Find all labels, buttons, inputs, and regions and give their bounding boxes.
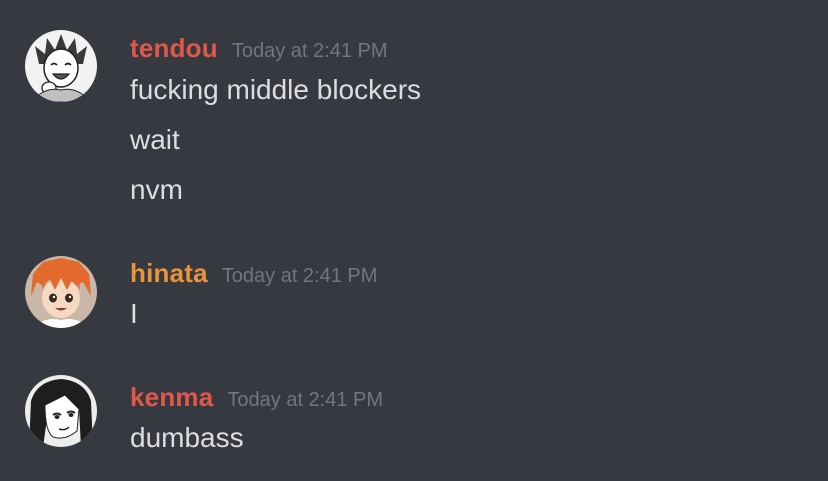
message-text: I [130, 298, 138, 329]
message-text: dumbass [130, 422, 244, 453]
message-header: kenma Today at 2:41 PM [130, 382, 383, 413]
kenma-avatar-icon[interactable] [25, 375, 97, 447]
username[interactable]: hinata [130, 258, 208, 288]
chat-message-list: tendou Today at 2:41 PM fucking middle bl… [0, 0, 828, 481]
username[interactable]: tendou [130, 33, 218, 63]
username[interactable]: kenma [130, 382, 213, 412]
message-text: fucking middle blockers [130, 74, 422, 105]
message-header: tendou Today at 2:41 PM [130, 33, 388, 64]
message-text: wait [130, 124, 180, 155]
timestamp[interactable]: Today at 2:41 PM [222, 265, 378, 287]
hinata-avatar-icon[interactable] [25, 256, 97, 328]
message-text: nvm [130, 174, 183, 205]
tendou-avatar-icon[interactable] [25, 30, 97, 102]
timestamp[interactable]: Today at 2:41 PM [227, 389, 383, 411]
timestamp[interactable]: Today at 2:41 PM [232, 40, 388, 62]
message-header: hinata Today at 2:41 PM [130, 258, 377, 289]
